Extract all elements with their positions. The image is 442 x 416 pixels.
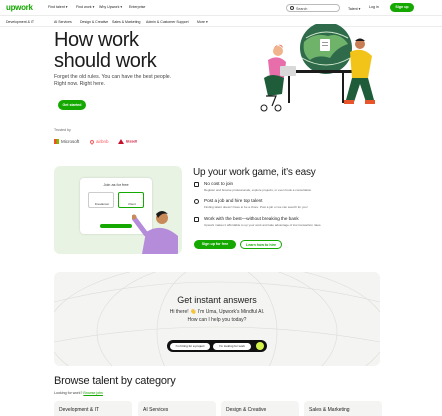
microsoft-logo-text: Microsoft [61,139,80,144]
login-link[interactable]: Log in [369,5,379,9]
upwork-logo[interactable]: upwork [6,3,33,12]
category-admin-support[interactable]: Admin & Customer Support [146,20,189,24]
microsoft-squares-icon [54,139,59,145]
pin-icon [194,199,199,204]
nav-find-work[interactable]: Find work ▾ [76,5,94,9]
bissell-icon [118,139,124,144]
category-more[interactable]: More ▾ [197,20,208,24]
category-sales-marketing[interactable]: Sales & Marketing [112,20,140,24]
hero-subtitle-line-1: Forget the old rules. You can have the b… [54,74,172,80]
top-navigation: upwork Find talent ▾ Find work ▾ Why Upw… [0,0,442,16]
nav-enterprise[interactable]: Enterprise [129,5,145,9]
chip-looking-for-work[interactable]: I’m looking for work [213,342,251,350]
feature-post-job-desc: Finding talent doesn’t have to be a chor… [204,205,308,209]
nav-find-talent[interactable]: Find talent ▾ [48,5,68,9]
hero-title: How work should work [54,30,214,72]
search-input[interactable]: Search Talent ▾ [286,4,360,12]
hero-illustration [260,24,375,112]
category-development-it[interactable]: Development & IT [6,20,34,24]
feature-no-cost-desc: Register and browse professionals, explo… [204,188,313,192]
join-card-button [100,224,132,228]
browse-jobs-link[interactable]: Browse jobs [83,391,103,395]
bissell-logo-text: bissell [126,139,138,144]
category-ai-services[interactable]: AI Services [54,20,72,24]
answers-title: Get instant answers [177,295,257,305]
category-card[interactable]: Development & IT [54,401,132,416]
freelancer-option-label: Freelancer [94,202,110,206]
category-card[interactable]: Design & Creative [221,401,299,416]
category-design-creative[interactable]: Design & Creative [80,20,108,24]
microsoft-logo: Microsoft [54,139,80,145]
browse-subtitle-text: Looking for work? [54,391,83,395]
signup-button[interactable]: Sign up [390,3,414,12]
hero-subtitle-line-2: Right now. Right here. [54,81,106,87]
search-placeholder: Search [296,6,308,11]
browse-subtitle: Looking for work? Browse jobs [54,391,103,395]
category-card-label: AI Services [143,407,169,413]
hero-title-line-1: How work [54,29,139,51]
airbnb-logo: airbnb [89,138,109,145]
airbnb-logo-text: airbnb [96,139,109,144]
category-card-label: Design & Creative [226,407,267,413]
nav-why-upwork[interactable]: Why Upwork ▾ [99,5,122,9]
hero-title-line-2: should work [54,50,157,72]
ai-prompt-bar: I’m hiring for a project I’m looking for… [167,340,267,352]
category-card-label: Development & IT [59,407,100,413]
chip-hiring-project[interactable]: I’m hiring for a project [170,342,210,350]
instant-answers-panel: Get instant answers Hi there! 👋 I’m Uma,… [54,272,380,366]
join-card-title: Join as for free [103,183,129,187]
edit-icon [194,182,199,187]
badge-icon [194,217,199,222]
browse-title: Browse talent by category [54,375,176,387]
search-type-dropdown[interactable]: Talent ▾ [348,7,360,11]
hero-subtitle: Forget the old rules. You can have the b… [54,74,184,88]
answers-greeting: Hi there! 👋 I’m Uma, Upwork’s Mindful AI… [169,309,265,315]
bissell-logo: bissell [118,139,137,144]
send-icon[interactable] [256,342,264,350]
search-icon [290,6,294,11]
pointing-person-illustration [132,211,178,254]
category-card-label: Sales & Marketing [309,407,350,413]
feature-no-cost-title: No cost to join [204,181,234,186]
feature-best-value-desc: Upwork makes it affordable to up your wo… [204,223,322,227]
feature-post-job-title: Post a job and hire top talent [204,198,263,203]
category-card[interactable]: Sales & Marketing [304,401,382,416]
feature-best-value-title: Work with the best—without breaking the … [204,216,299,221]
freelancer-option: Freelancer [88,192,114,208]
trusted-by-label: Trusted by [54,128,71,132]
get-started-button[interactable]: Get started [58,100,86,110]
sign-up-free-button[interactable]: Sign up for free [194,240,236,249]
category-card[interactable]: AI Services [138,401,216,416]
work-section-title: Up your work game, it’s easy [193,167,316,178]
airbnb-icon [89,138,95,145]
signup-illustration: Join as for free Freelancer Client [54,166,182,254]
answers-question: How can I help you today? [187,317,247,323]
learn-how-to-hire-button[interactable]: Learn how to hire [240,240,282,249]
